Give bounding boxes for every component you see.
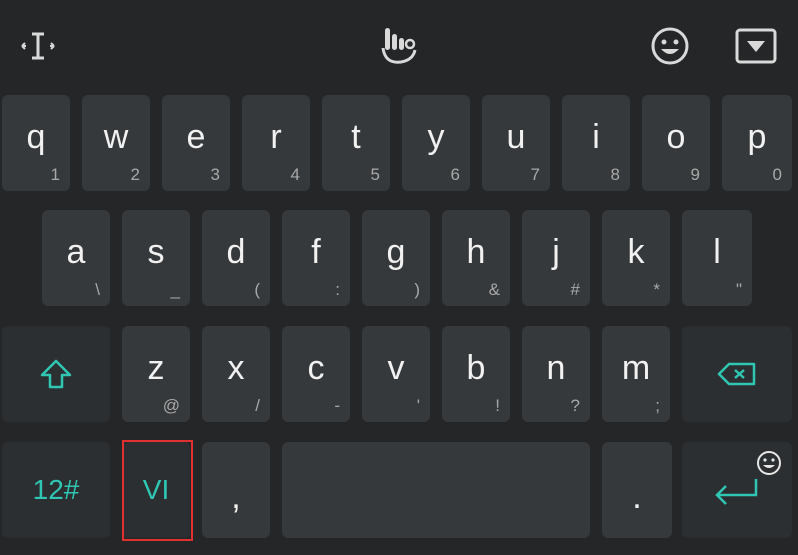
key-label: g — [386, 233, 406, 271]
key-sublabel: 3 — [210, 165, 220, 184]
key-sublabel: & — [488, 280, 500, 299]
key-label: s — [147, 233, 165, 271]
symbols-key[interactable]: 12# — [2, 442, 110, 538]
key-j[interactable]: j # — [522, 210, 590, 306]
key-e[interactable]: e3 — [162, 95, 230, 191]
key-label: i — [592, 118, 600, 156]
key-label: n — [546, 349, 566, 387]
key-sublabel: ' — [416, 396, 420, 415]
key-label: v — [387, 349, 405, 387]
key-sublabel: * — [653, 280, 660, 299]
key-f[interactable]: f: — [282, 210, 350, 306]
key-label: e — [186, 118, 206, 156]
key-c[interactable]: c- — [282, 326, 350, 422]
key-sublabel: - — [334, 396, 340, 415]
key-w[interactable]: w2 — [82, 95, 150, 191]
shift-icon — [2, 326, 110, 422]
key-label: a — [66, 233, 86, 271]
backspace-key[interactable] — [682, 326, 792, 422]
backspace-icon — [682, 326, 792, 422]
key-sublabel: 2 — [130, 165, 140, 184]
key-g[interactable]: g) — [362, 210, 430, 306]
key-sublabel: ) — [414, 280, 420, 299]
key-v[interactable]: v ' — [362, 326, 430, 422]
key-label: y — [427, 118, 445, 156]
key-sublabel: ! — [495, 396, 500, 415]
period-label: . — [632, 477, 642, 516]
key-sublabel: 6 — [450, 165, 460, 184]
key-o[interactable]: o9 — [642, 95, 710, 191]
key-b[interactable]: b! — [442, 326, 510, 422]
touchpal-hand-icon[interactable] — [374, 22, 422, 70]
cursor-icon[interactable] — [14, 24, 62, 68]
key-h[interactable]: h & — [442, 210, 510, 306]
key-label: x — [227, 349, 245, 387]
comma-key[interactable]: , — [202, 442, 270, 538]
key-label: u — [506, 118, 526, 156]
key-k[interactable]: k * — [602, 210, 670, 306]
key-label: o — [666, 118, 686, 156]
key-s[interactable]: s _ — [122, 210, 190, 306]
key-label: h — [466, 233, 486, 271]
emoji-icon[interactable] — [648, 24, 692, 68]
key-label: z — [147, 349, 165, 387]
key-sublabel: ? — [570, 396, 580, 415]
key-label: k — [627, 233, 645, 271]
key-u[interactable]: u7 — [482, 95, 550, 191]
key-n[interactable]: n? — [522, 326, 590, 422]
language-key-highlight — [122, 440, 193, 541]
key-i[interactable]: i8 — [562, 95, 630, 191]
key-label: t — [351, 118, 361, 156]
key-sublabel: ; — [655, 396, 660, 415]
key-sublabel: 7 — [530, 165, 540, 184]
key-sublabel: 4 — [290, 165, 300, 184]
key-sublabel: 1 — [50, 165, 60, 184]
key-sublabel: " — [735, 280, 742, 299]
key-y[interactable]: y6 — [402, 95, 470, 191]
key-p[interactable]: p0 — [722, 95, 792, 191]
key-label: r — [270, 118, 282, 156]
key-r[interactable]: r4 — [242, 95, 310, 191]
key-d[interactable]: d( — [202, 210, 270, 306]
key-label: m — [621, 349, 651, 387]
key-label: c — [307, 349, 325, 387]
key-sublabel: ( — [254, 280, 260, 299]
key-x[interactable]: x / — [202, 326, 270, 422]
hide-keyboard-icon[interactable] — [732, 24, 780, 68]
key-sublabel: _ — [170, 280, 180, 299]
key-sublabel: @ — [162, 396, 180, 415]
key-label: d — [226, 233, 246, 271]
key-sublabel: 9 — [690, 165, 700, 184]
key-sublabel: : — [335, 280, 340, 299]
enter-key[interactable] — [682, 442, 792, 538]
key-label: p — [747, 118, 767, 156]
key-label: q — [26, 118, 46, 156]
key-sublabel: 8 — [610, 165, 620, 184]
key-label: j — [552, 233, 560, 271]
shift-key[interactable] — [2, 326, 110, 422]
key-z[interactable]: z @ — [122, 326, 190, 422]
key-label: w — [103, 118, 129, 156]
comma-label: , — [231, 477, 241, 516]
key-sublabel: \ — [95, 280, 100, 299]
space-key[interactable] — [282, 442, 590, 538]
key-q[interactable]: q1 — [2, 95, 70, 191]
emoji-small-icon — [756, 450, 782, 481]
key-a[interactable]: a \ — [42, 210, 110, 306]
key-t[interactable]: t5 — [322, 95, 390, 191]
key-label: f — [311, 233, 321, 271]
key-l[interactable]: l " — [682, 210, 752, 306]
period-key[interactable]: . — [602, 442, 672, 538]
key-label: b — [466, 349, 486, 387]
key-label: l — [713, 233, 721, 271]
key-sublabel: 0 — [772, 165, 782, 184]
key-sublabel: 5 — [370, 165, 380, 184]
key-m[interactable]: m; — [602, 326, 670, 422]
symbols-label: 12# — [32, 474, 80, 505]
key-sublabel: # — [570, 280, 580, 299]
key-sublabel: / — [255, 396, 260, 415]
keyboard-toolbar — [0, 0, 798, 90]
